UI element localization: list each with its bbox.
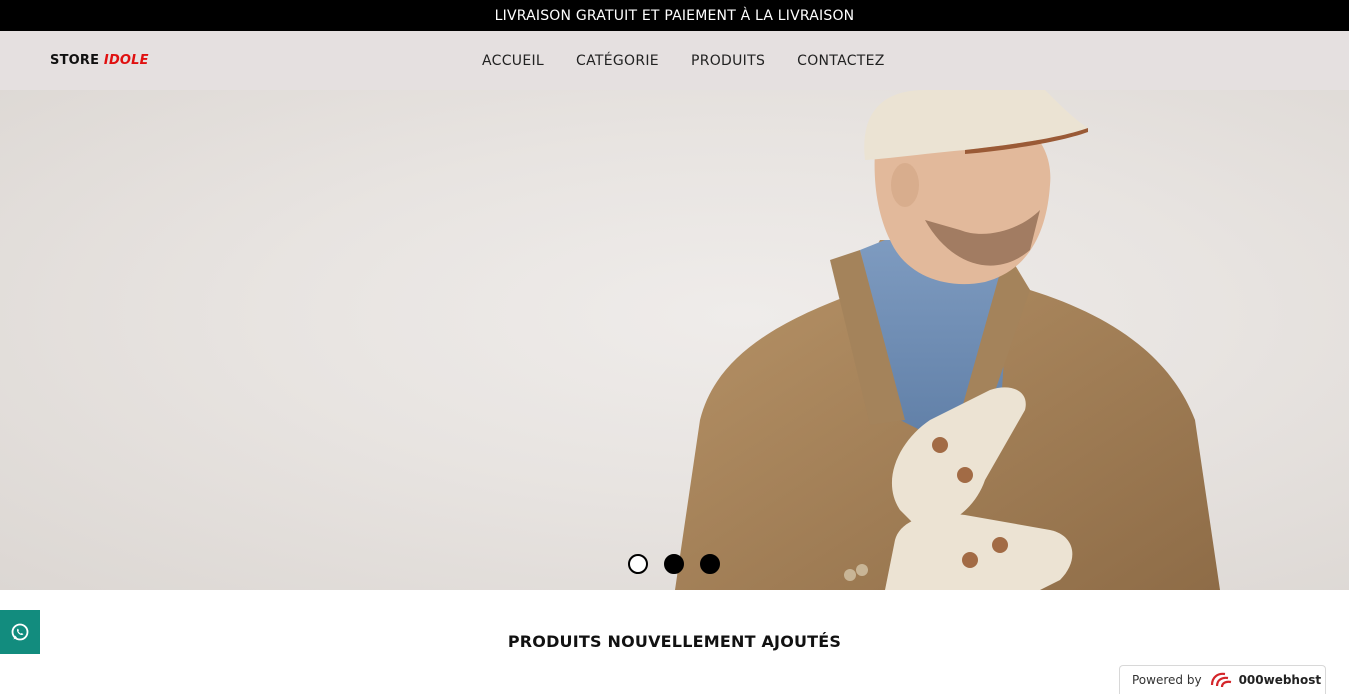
slider-dot-2[interactable]	[664, 554, 684, 574]
slider-dots	[628, 554, 720, 574]
nav-item-produits[interactable]: PRODUITS	[675, 53, 781, 69]
ear-shape	[891, 163, 919, 207]
jacket-button	[856, 564, 868, 576]
jacket-button	[844, 569, 856, 581]
nav-item-contactez[interactable]: CONTACTEZ	[781, 53, 901, 69]
powered-by-badge[interactable]: Powered by 000webhost	[1119, 665, 1326, 694]
logo-text-idole: IDOLE	[103, 53, 149, 68]
nav-item-accueil[interactable]: ACCUEIL	[466, 53, 560, 69]
glove-hole	[957, 467, 973, 483]
announcement-text: LIVRAISON GRATUIT ET PAIEMENT À LA LIVRA…	[494, 7, 855, 24]
hero-image	[675, 90, 1220, 590]
hero-slider[interactable]	[0, 90, 1349, 590]
whatsapp-icon	[11, 623, 29, 641]
glove-hole	[992, 537, 1008, 553]
slider-dot-1[interactable]	[628, 554, 648, 574]
site-logo[interactable]: STORE IDOLE	[50, 53, 149, 68]
powered-by-label: Powered by	[1132, 673, 1202, 687]
glove-hole	[962, 552, 978, 568]
slider-dot-3[interactable]	[700, 554, 720, 574]
000webhost-logo-icon	[1210, 672, 1231, 688]
nav-item-categorie[interactable]: CATÉGORIE	[560, 53, 675, 69]
section-title: PRODUITS NOUVELLEMENT AJOUTÉS	[507, 632, 842, 651]
powered-by-brand: 000webhost	[1238, 673, 1322, 687]
main-nav: ACCUEIL CATÉGORIE PRODUITS CONTACTEZ	[466, 31, 901, 90]
glove-hole	[932, 437, 948, 453]
logo-text-store: STORE	[50, 53, 104, 68]
site-header: STORE IDOLE ACCUEIL CATÉGORIE PRODUITS C…	[0, 31, 1349, 90]
whatsapp-button[interactable]	[0, 610, 40, 654]
announcement-bar: LIVRAISON GRATUIT ET PAIEMENT À LA LIVRA…	[0, 0, 1349, 31]
